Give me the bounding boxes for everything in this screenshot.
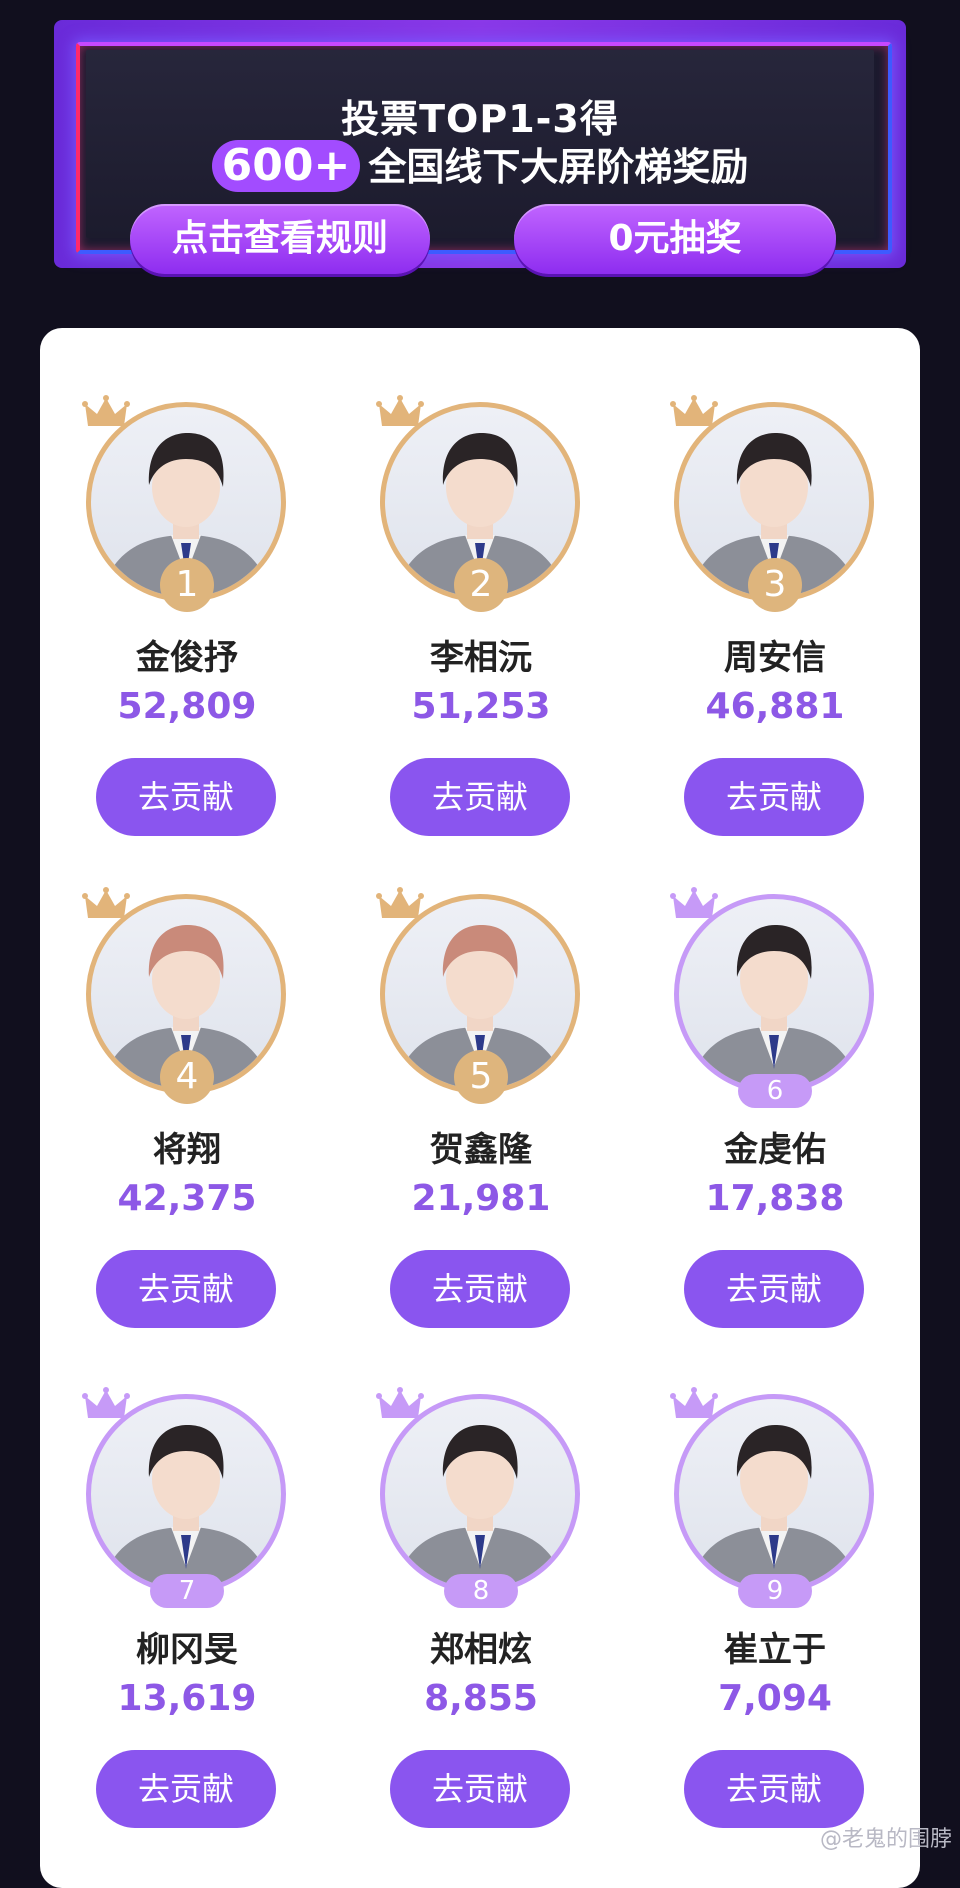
contestant-name: 郑相炫	[430, 1630, 532, 1670]
avatar-wrap: 3	[670, 395, 874, 612]
contestant-name: 贺鑫隆	[430, 1130, 532, 1170]
rank-badge: 9	[738, 1574, 812, 1608]
vote-count: 42,375	[117, 1178, 257, 1219]
contestant-card: 4 将翔 42,375 去贡献	[40, 820, 334, 1328]
vote-count: 46,881	[705, 686, 845, 727]
crown-icon	[82, 887, 130, 918]
vote-count: 21,981	[411, 1178, 551, 1219]
contestant-card: 9 崔立于 7,094 去贡献	[628, 1320, 922, 1828]
vote-count: 52,809	[117, 686, 257, 727]
watermark: @老鬼的围脖	[819, 1827, 952, 1852]
contestant-name: 将翔	[153, 1130, 221, 1170]
promo-banner: 投票TOP1-3得 600+ 全国线下大屏阶梯奖励 点击查看规则 0元抽奖	[54, 20, 906, 274]
rank-badge: 3	[748, 558, 802, 612]
vote-count: 8,855	[424, 1678, 538, 1719]
contestant-card: 2 李相沅 51,253 去贡献	[334, 328, 628, 836]
crown-icon	[82, 1387, 130, 1418]
rank-badge: 8	[444, 1574, 518, 1608]
contribute-button[interactable]: 去贡献	[96, 1250, 276, 1328]
rank-badge: 7	[150, 1574, 224, 1608]
contestant-card: 1 金俊抒 52,809 去贡献	[40, 328, 334, 836]
crown-icon	[376, 887, 424, 918]
crown-icon	[670, 395, 718, 426]
ranking-card: 1 金俊抒 52,809 去贡献 2 李相沅 51,253 去贡献 3 周安信 …	[40, 328, 920, 1888]
avatar-wrap: 4	[82, 887, 286, 1104]
vote-count: 17,838	[705, 1178, 845, 1219]
rank-badge: 1	[160, 558, 214, 612]
banner-subtitle: 600+ 全国线下大屏阶梯奖励	[54, 136, 906, 192]
free-lottery-button[interactable]: 0元抽奖	[514, 204, 836, 274]
rank-badge: 4	[160, 1050, 214, 1104]
contribute-button[interactable]: 去贡献	[684, 1250, 864, 1328]
contestant-name: 柳冈旻	[136, 1630, 238, 1670]
vote-count: 7,094	[718, 1678, 832, 1719]
view-rules-button[interactable]: 点击查看规则	[130, 204, 430, 274]
contestant-card: 6 金虔佑 17,838 去贡献	[628, 820, 922, 1328]
contribute-button[interactable]: 去贡献	[390, 1750, 570, 1828]
contribute-button[interactable]: 去贡献	[684, 1750, 864, 1828]
contestant-name: 金俊抒	[136, 638, 238, 678]
person-icon	[101, 1425, 271, 1589]
contestant-card: 8 郑相炫 8,855 去贡献	[334, 1320, 628, 1828]
contestant-name: 金虔佑	[724, 1130, 826, 1170]
contestant-name: 周安信	[724, 638, 826, 678]
person-icon	[689, 1425, 859, 1589]
contestant-card: 5 贺鑫隆 21,981 去贡献	[334, 820, 628, 1328]
avatar-wrap: 7	[82, 1387, 286, 1608]
avatar-wrap: 6	[670, 887, 874, 1108]
banner-highlight: 600+	[211, 140, 361, 192]
avatar-wrap: 5	[376, 887, 580, 1104]
avatar-wrap: 1	[82, 395, 286, 612]
vote-count: 51,253	[411, 686, 551, 727]
avatar-wrap: 8	[376, 1387, 580, 1608]
crown-icon	[376, 395, 424, 426]
contribute-button[interactable]: 去贡献	[390, 1250, 570, 1328]
crown-icon	[670, 887, 718, 918]
avatar-wrap: 9	[670, 1387, 874, 1608]
contestant-card: 3 周安信 46,881 去贡献	[628, 328, 922, 836]
rank-badge: 6	[738, 1074, 812, 1108]
vote-count: 13,619	[117, 1678, 257, 1719]
contestant-name: 崔立于	[724, 1630, 826, 1670]
crown-icon	[376, 1387, 424, 1418]
banner-title: 投票TOP1-3得	[341, 97, 619, 141]
crown-icon	[82, 395, 130, 426]
contribute-button[interactable]: 去贡献	[96, 1750, 276, 1828]
banner-subtitle-text: 全国线下大屏阶梯奖励	[368, 145, 749, 189]
person-icon	[395, 1425, 565, 1589]
crown-icon	[670, 1387, 718, 1418]
contestant-card: 7 柳冈旻 13,619 去贡献	[40, 1320, 334, 1828]
person-icon	[689, 925, 859, 1089]
rank-badge: 2	[454, 558, 508, 612]
avatar-wrap: 2	[376, 395, 580, 612]
contestant-name: 李相沅	[430, 638, 532, 678]
rank-badge: 5	[454, 1050, 508, 1104]
